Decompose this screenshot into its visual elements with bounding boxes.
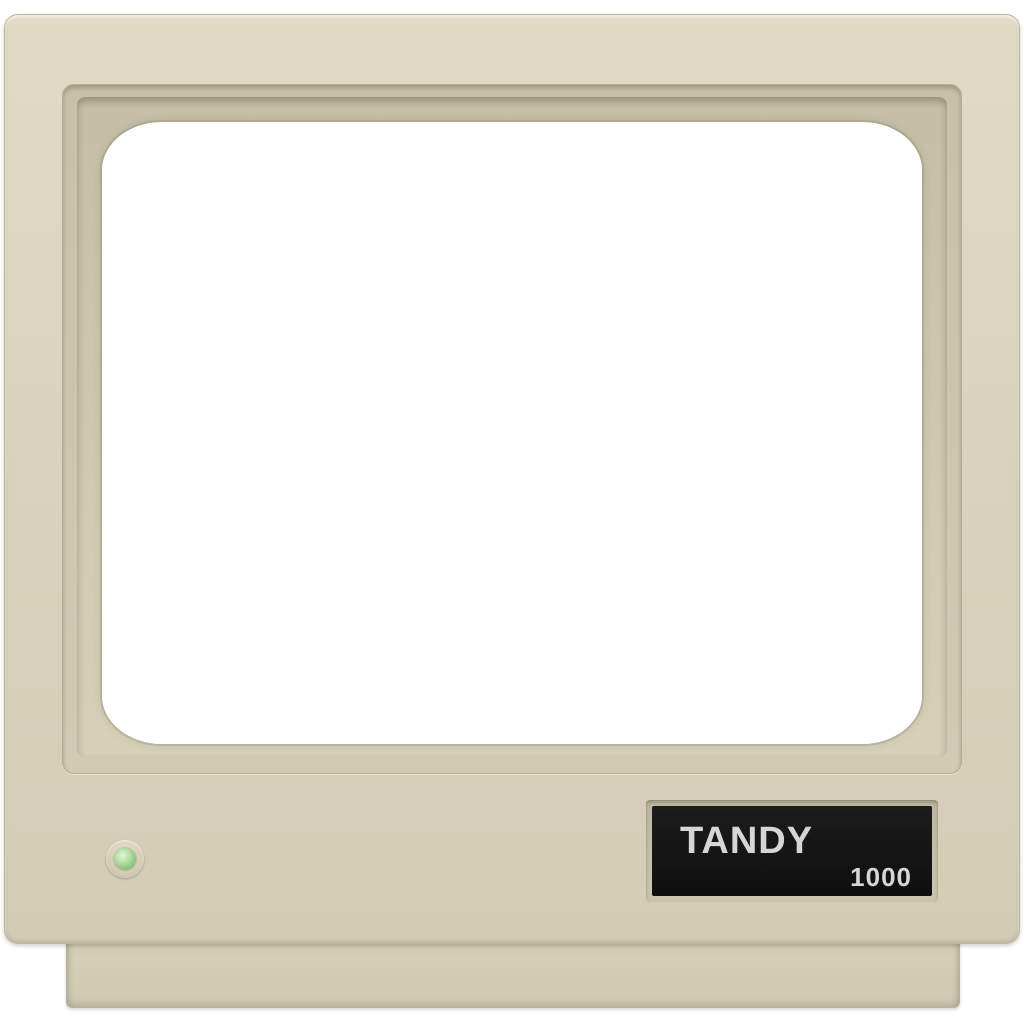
crt-screen: [102, 122, 922, 744]
brand-name: TANDY: [680, 820, 814, 862]
power-led-icon: [114, 848, 136, 870]
brand-badge: TANDY 1000: [652, 806, 932, 896]
brand-badge-frame: TANDY 1000: [646, 800, 938, 902]
model-number: 1000: [850, 862, 912, 892]
power-led-housing: [106, 840, 144, 878]
retro-crt-monitor: TANDY 1000: [0, 0, 1024, 1024]
